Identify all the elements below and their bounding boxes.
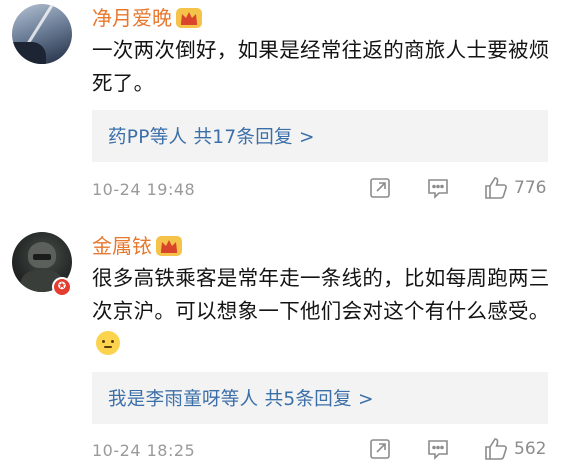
like-icon bbox=[484, 437, 508, 461]
comment-actions: 776 bbox=[368, 176, 546, 200]
avatar[interactable] bbox=[12, 4, 72, 64]
comment-meta: 10-24 19:48 776 bbox=[92, 174, 552, 204]
comment-item: ✪ 金属铱 很多高铁乘客是常年走一条线的，比如每周跑两三次京沪。可以想象一下他们… bbox=[0, 222, 564, 475]
username-link[interactable]: 净月爱晚 bbox=[92, 4, 172, 32]
shrug-emoji-icon bbox=[96, 331, 120, 355]
comment-icon[interactable] bbox=[426, 176, 450, 200]
username-row: 金属铱 bbox=[92, 232, 182, 260]
like-button[interactable]: 776 bbox=[484, 176, 546, 200]
comment-actions: 562 bbox=[368, 437, 546, 461]
username-row: 净月爱晚 bbox=[92, 4, 202, 32]
like-count: 776 bbox=[514, 178, 547, 198]
replies-label: 我是李雨童呀等人 共5条回复 > bbox=[108, 389, 374, 410]
comment-icon[interactable] bbox=[426, 437, 450, 461]
replies-link[interactable]: 药PP等人 共17条回复 > bbox=[92, 110, 548, 162]
verified-badge-icon: ✪ bbox=[52, 277, 72, 297]
timestamp: 10-24 19:48 bbox=[92, 179, 196, 199]
vip-crown-icon bbox=[156, 236, 182, 256]
timestamp: 10-24 18:25 bbox=[92, 440, 196, 460]
forward-icon[interactable] bbox=[368, 437, 392, 461]
forward-icon[interactable] bbox=[368, 176, 392, 200]
replies-link[interactable]: 我是李雨童呀等人 共5条回复 > bbox=[92, 372, 548, 424]
like-button[interactable]: 562 bbox=[484, 437, 546, 461]
like-count: 562 bbox=[514, 439, 547, 459]
like-icon bbox=[484, 176, 508, 200]
comment-text-body: 很多高铁乘客是常年走一条线的，比如每周跑两三次京沪。可以想象一下他们会对这个有什… bbox=[92, 266, 550, 323]
comment-text: 一次两次倒好，如果是经常往返的商旅人士要被烦死了。 bbox=[92, 38, 550, 95]
replies-label: 药PP等人 共17条回复 > bbox=[108, 127, 315, 148]
comment-item: 净月爱晚 一次两次倒好，如果是经常往返的商旅人士要被烦死了。 药PP等人 共17… bbox=[0, 0, 564, 220]
vip-crown-icon bbox=[176, 8, 202, 28]
username-link[interactable]: 金属铱 bbox=[92, 232, 152, 260]
comment-meta: 10-24 18:25 562 bbox=[92, 435, 552, 465]
comment-text: 很多高铁乘客是常年走一条线的，比如每周跑两三次京沪。可以想象一下他们会对这个有什… bbox=[92, 262, 552, 361]
